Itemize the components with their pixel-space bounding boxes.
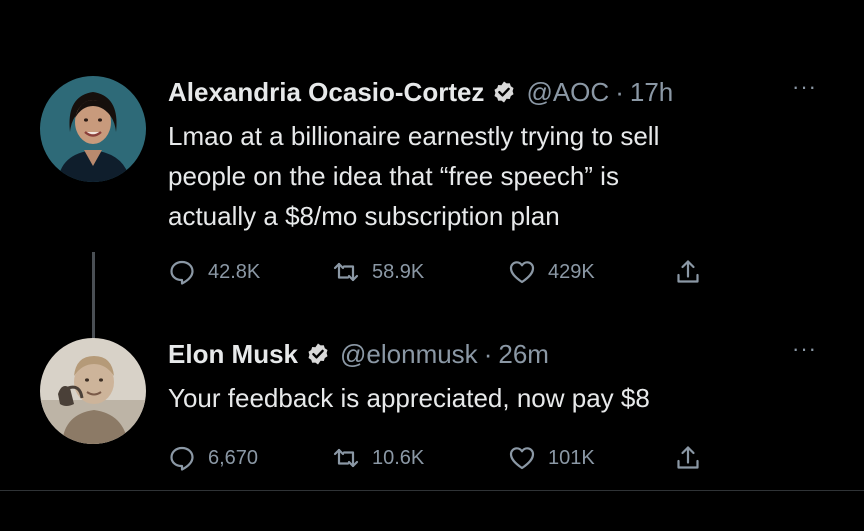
tweet-content: Elon Musk @elonmusk · 26m Your feedback … xyxy=(168,338,828,478)
share-button[interactable] xyxy=(674,258,702,286)
tweet-timestamp[interactable]: 26m xyxy=(498,339,549,370)
author-handle[interactable]: @elonmusk xyxy=(340,339,478,370)
heart-icon xyxy=(509,261,535,284)
reply-icon xyxy=(170,260,194,285)
like-count: 429K xyxy=(548,260,595,283)
tweet-actions: 42.8K 58.9K 429K xyxy=(168,258,828,292)
tweet-text: Your feedback is appreciated, now pay $8 xyxy=(168,383,650,413)
verified-badge-icon xyxy=(492,80,516,104)
elon-musk-avatar[interactable] xyxy=(40,338,146,444)
verified-badge-icon xyxy=(306,342,330,366)
heart-icon xyxy=(509,447,535,470)
tweet-header: Alexandria Ocasio-Cortez @AOC · 17h xyxy=(168,76,828,108)
reply-count: 6,670 xyxy=(208,446,259,469)
like-count: 101K xyxy=(548,446,595,469)
author-name[interactable]: Elon Musk xyxy=(168,339,298,370)
share-icon xyxy=(677,260,699,283)
reply-icon xyxy=(170,446,194,471)
tweet-actions: 6,670 10.6K 101K xyxy=(168,444,828,478)
tweet-timestamp[interactable]: 17h xyxy=(630,77,673,108)
retweet-icon xyxy=(333,448,359,468)
tweet-header: Elon Musk @elonmusk · 26m xyxy=(168,338,828,370)
reply-button[interactable]: 6,670 xyxy=(168,444,258,472)
more-options-icon[interactable]: ··· xyxy=(792,74,817,100)
share-button[interactable] xyxy=(674,444,702,472)
tweet-content: Alexandria Ocasio-Cortez @AOC · 17h Lmao… xyxy=(168,76,828,292)
reply-count: 42.8K xyxy=(208,260,261,283)
header-separator: · xyxy=(615,76,624,107)
tweet-text: Lmao at a billionaire earnestly trying t… xyxy=(168,121,660,231)
retweet-button[interactable]: 10.6K xyxy=(332,444,424,472)
like-button[interactable]: 429K xyxy=(508,258,595,286)
tweet-aoc[interactable]: Alexandria Ocasio-Cortez @AOC · 17h Lmao… xyxy=(0,66,864,392)
retweet-button[interactable]: 58.9K xyxy=(332,258,424,286)
like-button[interactable]: 101K xyxy=(508,444,595,472)
header-separator: · xyxy=(483,338,493,369)
bottom-divider xyxy=(0,490,864,491)
retweet-count: 10.6K xyxy=(372,446,425,469)
aoc-avatar[interactable] xyxy=(40,76,146,182)
tweet-elon[interactable]: Elon Musk @elonmusk · 26m Your feedback … xyxy=(0,330,864,480)
retweet-icon xyxy=(333,262,359,282)
retweet-count: 58.9K xyxy=(372,260,425,283)
share-icon xyxy=(677,446,699,469)
reply-button[interactable]: 42.8K xyxy=(168,258,260,286)
author-handle[interactable]: @AOC xyxy=(526,77,609,108)
more-options-icon[interactable]: ··· xyxy=(792,336,817,362)
author-name[interactable]: Alexandria Ocasio-Cortez xyxy=(168,77,484,108)
